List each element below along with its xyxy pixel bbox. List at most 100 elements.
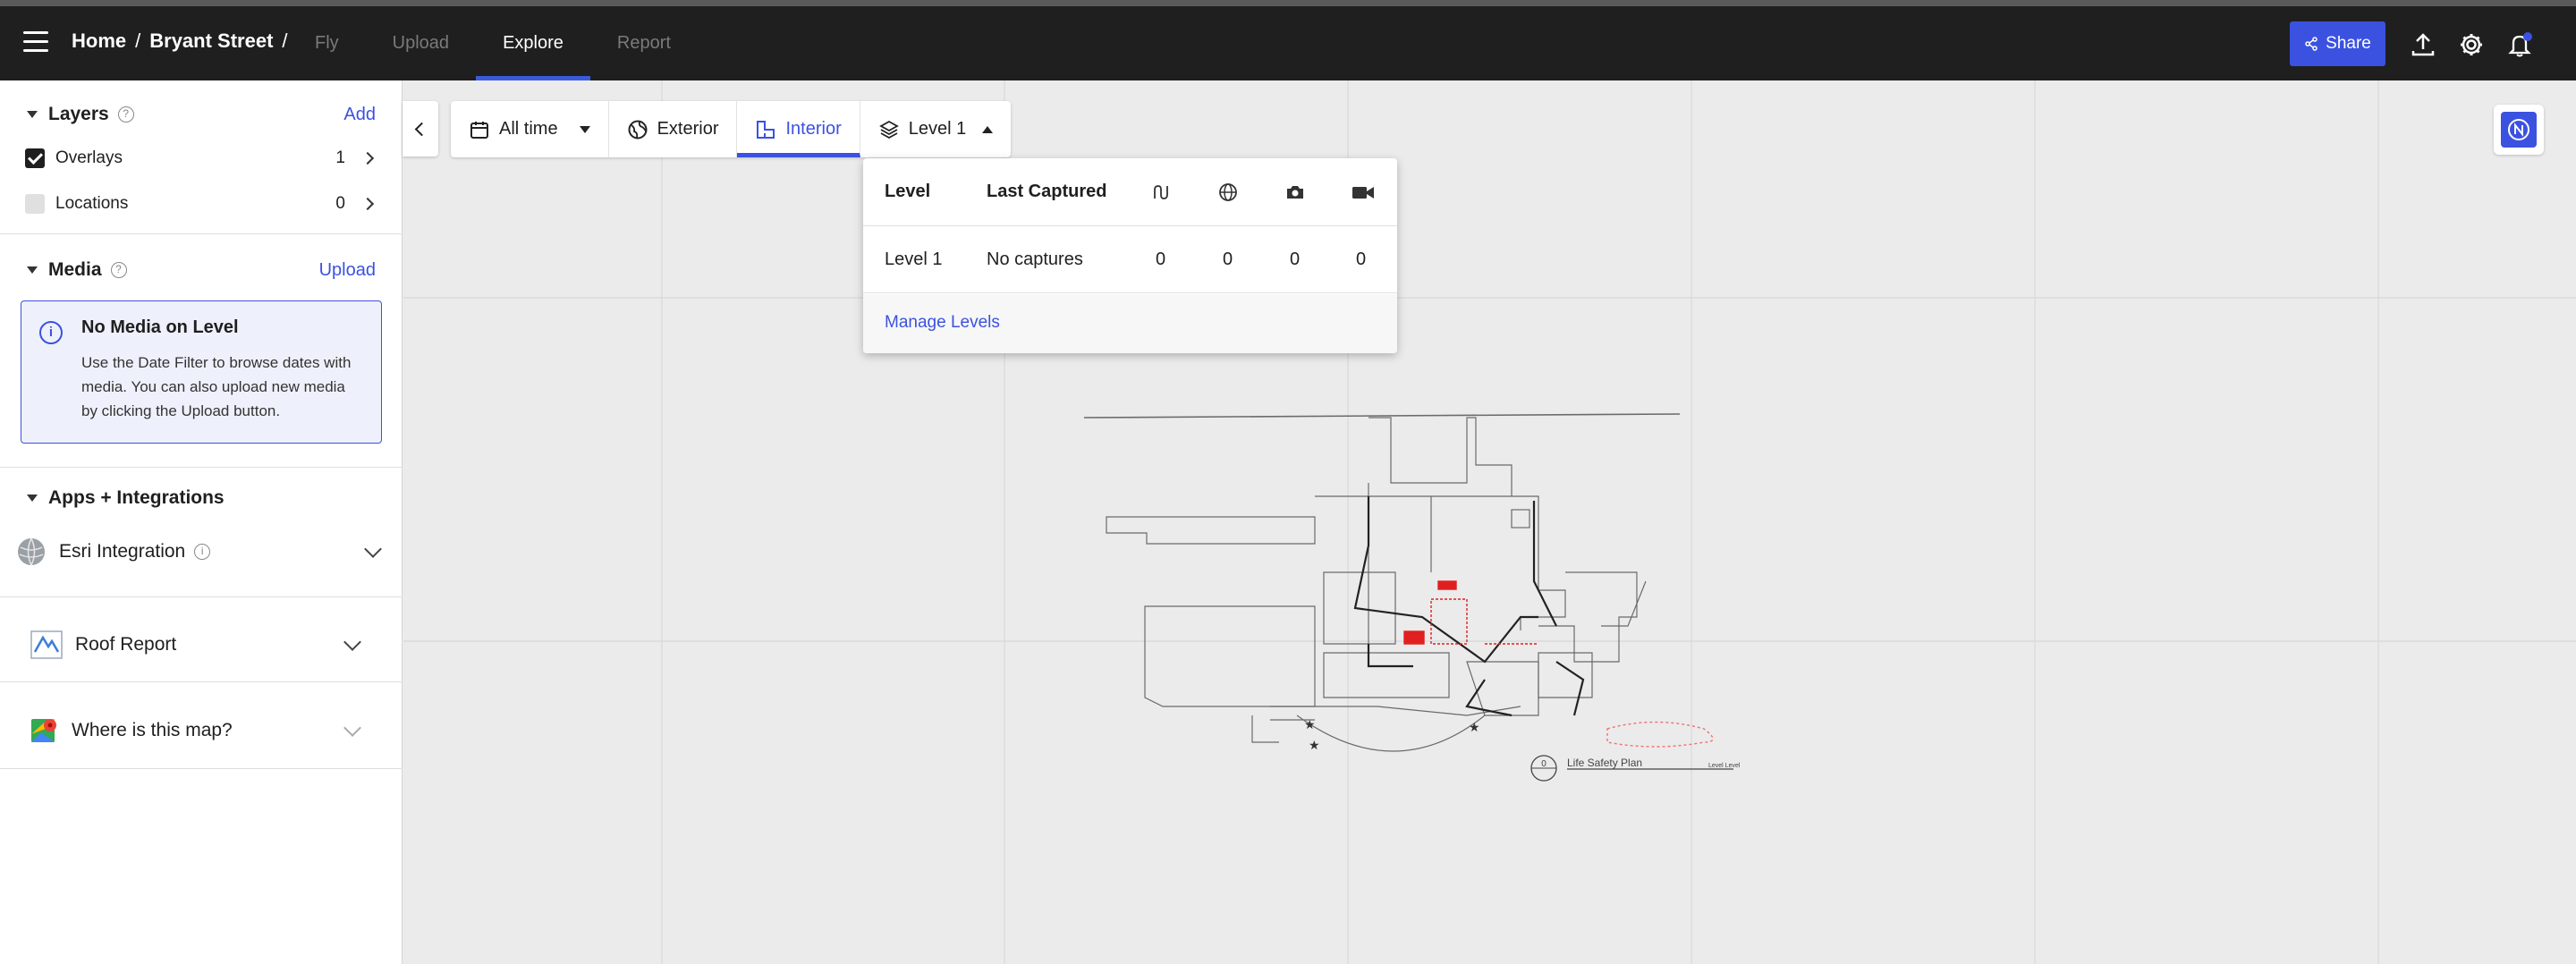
layers-title: Layers: [48, 104, 109, 124]
app-row-roof-report[interactable]: Roof Report: [0, 618, 402, 672]
compass-icon: [2508, 119, 2529, 140]
left-sidebar: Layers ? Add Overlays 1 Locations 0 Medi…: [0, 80, 402, 964]
help-icon[interactable]: ?: [117, 106, 134, 123]
svg-text:★: ★: [1304, 718, 1316, 732]
last-captured: No captures: [987, 249, 1083, 269]
tab-fly[interactable]: Fly: [288, 6, 366, 80]
help-icon[interactable]: ?: [110, 262, 127, 278]
video-icon: [1352, 158, 1375, 225]
layer-row-overlays[interactable]: Overlays 1: [0, 140, 402, 176]
layer-count: 1: [335, 148, 345, 167]
upload-icon[interactable]: [2410, 31, 2436, 58]
plan-level-label: Level Level: [1708, 763, 1741, 769]
app-row-where-is-map[interactable]: Where is this map?: [0, 704, 402, 757]
caret-up-icon: [982, 125, 994, 133]
level-panel-footer: Manage Levels: [863, 294, 1397, 353]
floor-plan-icon: [757, 120, 775, 139]
col-level: Level: [885, 182, 931, 201]
roof-report-icon: [30, 630, 63, 659]
level-dropdown-panel: Level Last Captured Level 1 No captures …: [863, 158, 1397, 353]
exterior-label: Exterior: [657, 119, 719, 139]
breadcrumb-home[interactable]: Home: [72, 30, 126, 53]
app-label: Where is this map?: [72, 720, 233, 740]
main-tabs: Fly Upload Explore Report: [288, 6, 698, 80]
map-toolbar: All time Exterior Interior Level 1: [451, 101, 1012, 157]
pano-count: 0: [1223, 249, 1233, 269]
layers-icon: [878, 120, 899, 139]
level-row[interactable]: Level 1 No captures 0 0 0 0: [863, 227, 1397, 293]
map-canvas[interactable]: 0 Life Safety Plan Level Level ★ ★ ★: [403, 80, 2576, 964]
breadcrumb-project[interactable]: Bryant Street: [149, 30, 273, 53]
no-media-info-box: i No Media on Level Use the Date Filter …: [21, 300, 382, 444]
interior-button[interactable]: Interior: [737, 101, 860, 157]
menu-icon[interactable]: [23, 31, 48, 53]
collapse-sidebar-button[interactable]: [402, 101, 438, 156]
calendar-icon: [470, 121, 488, 139]
media-section-header: Media ? Upload: [0, 259, 402, 281]
media-title: Media: [48, 259, 102, 280]
share-label: Share: [2326, 34, 2371, 53]
plan-number: 0: [1541, 759, 1546, 769]
overlays-checkbox[interactable]: [25, 148, 45, 168]
layer-row-locations[interactable]: Locations 0: [0, 186, 402, 222]
chevron-right-icon[interactable]: [360, 151, 375, 165]
layer-count: 0: [335, 194, 345, 213]
info-text: Use the Date Filter to browse dates with…: [81, 354, 352, 419]
floor-plan-drawing: 0 Life Safety Plan Level Level ★ ★ ★: [403, 80, 2576, 964]
collapse-caret-icon[interactable]: [27, 111, 38, 118]
tab-upload[interactable]: Upload: [366, 6, 476, 80]
globe-icon: [628, 120, 648, 139]
share-icon: [2305, 37, 2318, 51]
chevron-down-icon[interactable]: [343, 719, 361, 737]
path-count: 0: [1156, 249, 1166, 269]
date-filter-dropdown[interactable]: All time: [451, 101, 609, 157]
locations-checkbox[interactable]: [25, 194, 45, 214]
path-icon: [1151, 158, 1171, 225]
info-title: No Media on Level: [81, 317, 239, 337]
collapse-caret-icon[interactable]: [27, 266, 38, 274]
app-row-esri[interactable]: Esri Integration i: [0, 525, 402, 579]
layer-label: Locations: [55, 194, 129, 213]
top-bar: Home / Bryant Street / Fly Upload Explor…: [0, 0, 2576, 80]
breadcrumb-separator: /: [135, 30, 141, 52]
date-filter-label: All time: [499, 119, 558, 139]
gear-icon[interactable]: [2458, 31, 2485, 58]
divider: [0, 768, 402, 769]
info-icon[interactable]: i: [194, 544, 211, 560]
divider: [0, 233, 402, 234]
tab-explore[interactable]: Explore: [476, 6, 590, 80]
level-dropdown[interactable]: Level 1: [860, 101, 1012, 157]
share-button[interactable]: Share: [2290, 21, 2385, 66]
level-label: Level 1: [908, 119, 967, 139]
svg-text:★: ★: [1309, 739, 1320, 753]
manage-levels-link[interactable]: Manage Levels: [885, 313, 1000, 333]
layer-label: Overlays: [55, 148, 123, 167]
app-label: Roof Report: [75, 634, 177, 655]
breadcrumb-separator: /: [282, 30, 288, 52]
apps-section-header: Apps + Integrations: [0, 487, 402, 509]
globe-icon: [18, 537, 45, 566]
bell-icon[interactable]: [2506, 31, 2533, 58]
divider: [0, 596, 402, 597]
info-icon: i: [39, 321, 63, 344]
collapse-caret-icon[interactable]: [27, 495, 38, 502]
add-layer-button[interactable]: Add: [343, 105, 376, 125]
layers-section-header: Layers ? Add: [0, 104, 402, 125]
camera-icon: [1285, 158, 1305, 225]
col-last-captured: Last Captured: [987, 182, 1107, 201]
chevron-right-icon[interactable]: [360, 197, 375, 211]
north-compass-button[interactable]: [2494, 105, 2544, 155]
globe-icon: [1218, 158, 1238, 225]
level-name: Level 1: [885, 249, 943, 269]
apps-title: Apps + Integrations: [48, 487, 225, 508]
upload-media-button[interactable]: Upload: [319, 260, 376, 281]
chevron-down-icon[interactable]: [364, 540, 382, 558]
divider: [0, 681, 402, 682]
video-count: 0: [1356, 249, 1367, 269]
interior-label: Interior: [785, 119, 842, 139]
exterior-button[interactable]: Exterior: [609, 101, 738, 157]
tab-report[interactable]: Report: [590, 6, 698, 80]
chevron-down-icon[interactable]: [343, 633, 361, 651]
breadcrumb: Home / Bryant Street /: [72, 30, 288, 53]
svg-text:★: ★: [1469, 721, 1480, 735]
